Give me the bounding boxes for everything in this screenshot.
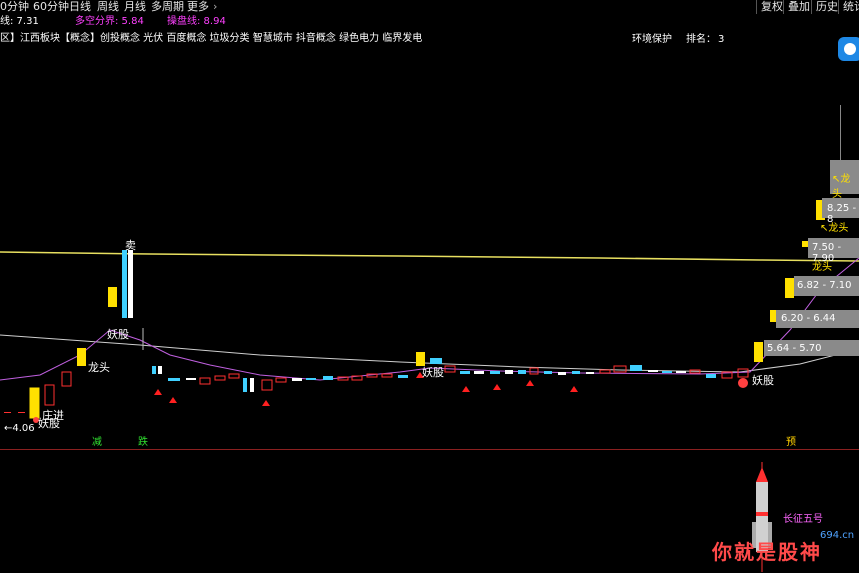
low-price-label: ←4.06 [4, 423, 35, 434]
signal-reduce: 减 [92, 437, 102, 448]
panel-divider [0, 449, 859, 450]
price-range-2: 6.20 - 6.44 [781, 313, 836, 324]
dragon-head-arrow-2: ↖龙头 [832, 174, 851, 200]
add-marker-icon [738, 378, 748, 388]
dragon-head-arrow-1: ↖龙头 [820, 223, 849, 234]
demon-stock-label-1: 妖股 [107, 328, 129, 341]
dragon-head-label-1: 龙头 [88, 361, 110, 374]
kline-chart [0, 105, 859, 423]
demon-stock-label-3: 妖股 [422, 366, 444, 379]
buy-arrows [154, 372, 578, 406]
demon-stock-label-2: 妖股 [38, 417, 60, 430]
signal-pre: 预 [786, 437, 796, 448]
price-range-3: 6.82 - 7.10 [797, 280, 852, 291]
price-range-1: 5.64 - 5.70 [767, 343, 822, 354]
watermark-text: 你就是股神 [712, 540, 822, 564]
signal-drop: 跌 [138, 437, 148, 448]
rocket-label: 长征五号 [783, 514, 823, 525]
dragon-head-label-2: 龙头 [812, 262, 832, 273]
demon-stock-label-4: 妖股 [752, 374, 774, 387]
watermark-url: 694.cn [820, 530, 855, 541]
sell-label: 卖 [125, 239, 136, 252]
